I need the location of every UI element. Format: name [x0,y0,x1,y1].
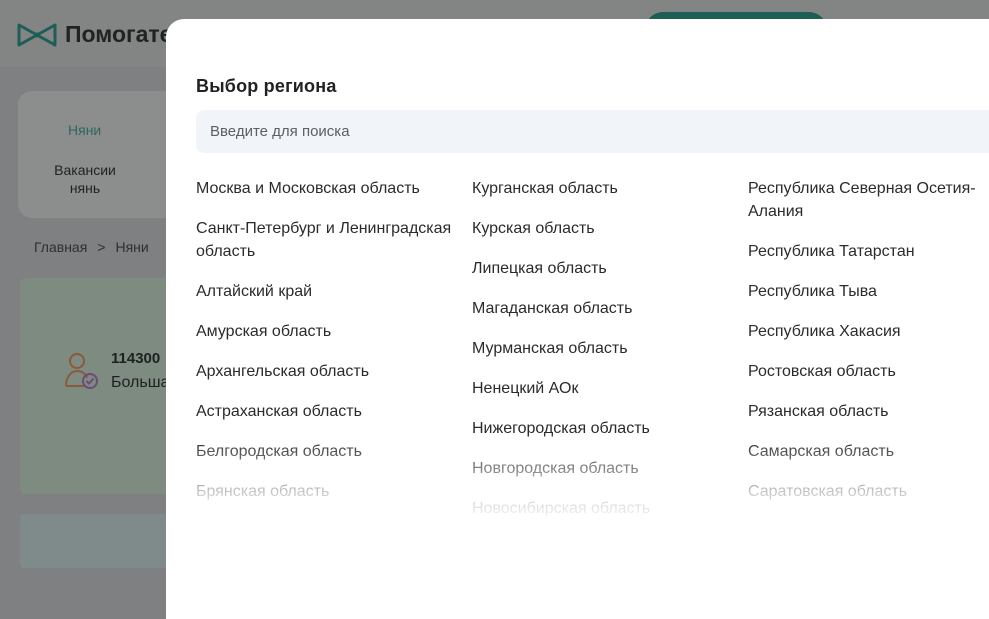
user-check-icon [65,353,98,389]
region-option[interactable]: Магаданская область [472,297,748,320]
region-option[interactable]: Брянская область [196,480,472,503]
region-option[interactable]: Курская область [472,217,748,240]
bow-logo-icon[interactable] [17,22,57,48]
stats-caption: Больша [111,374,170,391]
region-option[interactable]: Липецкая область [472,257,748,280]
region-option[interactable]: Курганская область [472,177,748,200]
region-column-2: Курганская область Курская область Липецка… [472,177,748,517]
region-select-modal: Выбор региона Москва и Московская област… [166,19,989,619]
region-option[interactable]: Рязанская область [748,400,989,423]
region-option[interactable]: Ненецкий АОк [472,377,748,400]
region-option[interactable]: Новгородская область [472,457,748,480]
tab-nanny-vacancies[interactable]: Вакансии нянь [40,161,130,197]
breadcrumb-home[interactable]: Главная [34,239,87,255]
region-option[interactable]: Белгородская область [196,440,472,463]
region-option[interactable]: Республика Хакасия [748,320,989,343]
region-option[interactable]: Ростовская область [748,360,989,383]
breadcrumb: Главная > Няни [34,239,149,255]
chevron-right-icon: > [97,239,106,255]
region-option[interactable]: Нижегородская область [472,417,748,440]
region-option[interactable]: Алтайский край [196,280,472,303]
region-option[interactable]: Новосибирская область [472,497,748,517]
region-option[interactable]: Республика Тыва [748,280,989,303]
region-option[interactable]: Астраханская область [196,400,472,423]
stats-number: 114300 [111,350,161,367]
region-list: Москва и Московская область Санкт-Петербу… [196,177,989,517]
region-option[interactable]: Архангельская область [196,360,472,383]
region-option[interactable]: Республика Северная Осетия-Алания [748,177,989,223]
region-option[interactable]: Москва и Московская область [196,177,472,200]
region-search-input[interactable] [196,110,989,153]
region-option[interactable]: Санкт-Петербург и Ленинградская область [196,217,472,263]
region-column-3: Республика Северная Осетия-Алания Республ… [748,177,989,517]
breadcrumb-nannies[interactable]: Няни [115,239,148,255]
tab-nannies[interactable]: Няни [68,122,101,138]
region-option[interactable]: Мурманская область [472,337,748,360]
region-option[interactable]: Саратовская область [748,480,989,503]
region-option[interactable]: Амурская область [196,320,472,343]
modal-title: Выбор региона [196,76,337,96]
region-option[interactable]: Республика Татарстан [748,240,989,263]
region-column-1: Москва и Московская область Санкт-Петербу… [196,177,472,517]
logo-text[interactable]: Помогате [65,21,172,48]
region-option[interactable]: Самарская область [748,440,989,463]
